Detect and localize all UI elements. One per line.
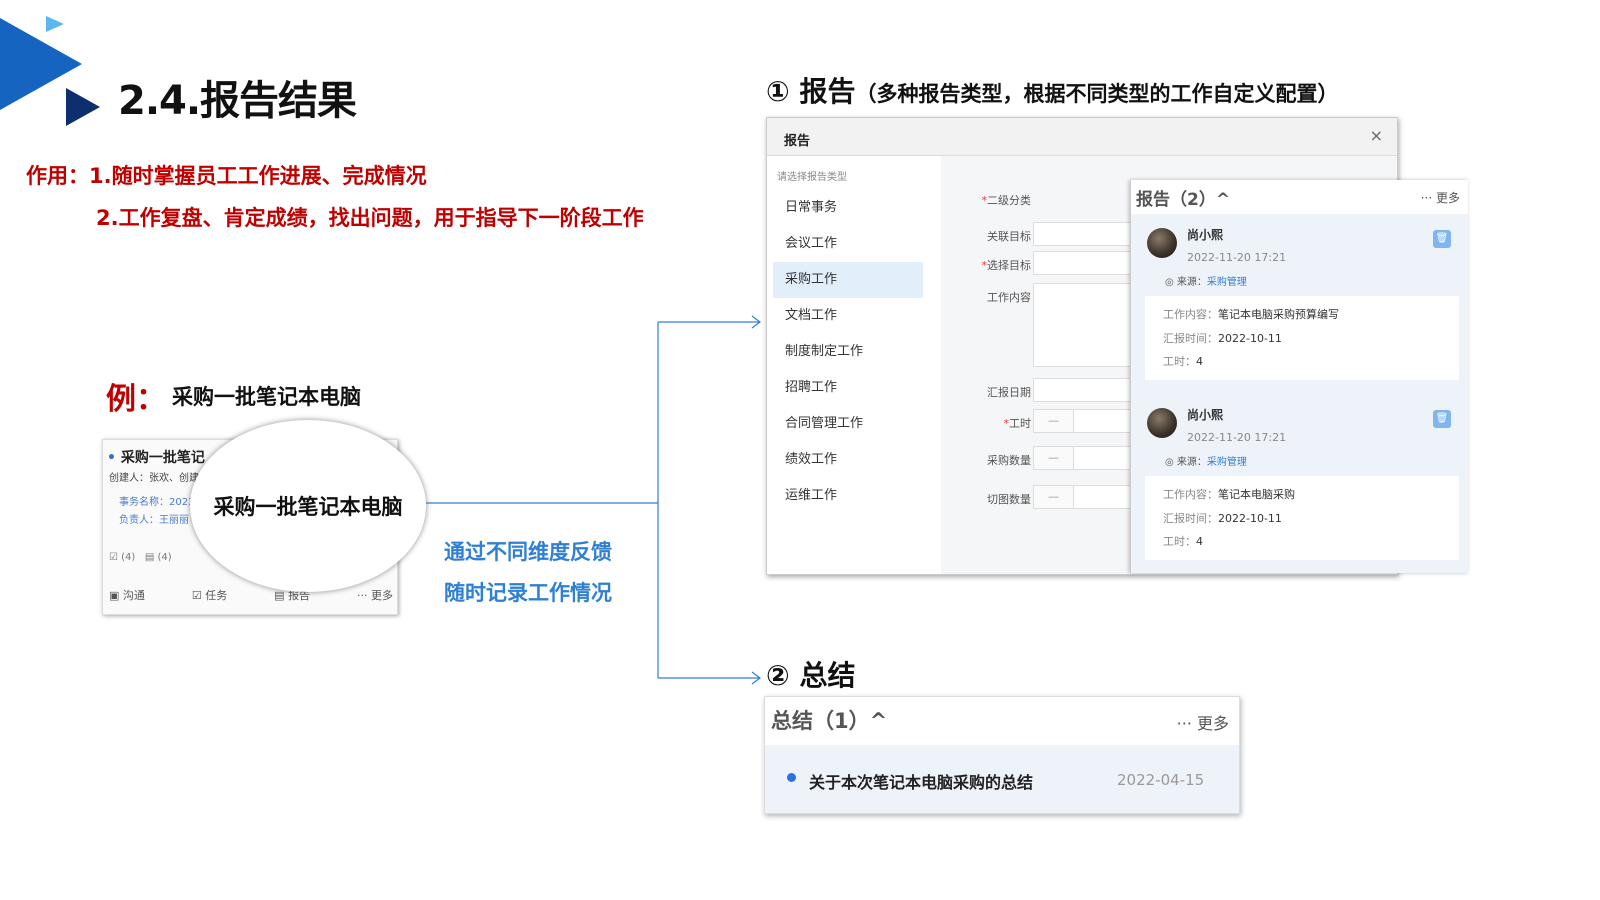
report-type-contract[interactable]: 合同管理工作 [773,406,923,442]
report-type-performance[interactable]: 绩效工作 [773,442,923,478]
source-link[interactable]: 采购管理 [1207,277,1247,288]
example-text: 采购一批笔记本电脑 [172,385,361,409]
report-section-note: （多种报告类型，根据不同类型的工作自定义配置） [855,82,1339,106]
mini-card-counts: ☑ (4) ▤ (4) [109,552,172,563]
cut-qty-label: 切图数量 [987,493,1031,506]
report-type-policy[interactable]: 制度制定工作 [773,334,923,370]
summary-section-title: ② 总结 [766,659,856,692]
document-icon: ▤ [144,552,155,563]
work-content-value: 笔记本电脑采购 [1218,488,1295,501]
mini-card-creator: 创建人：张欢、创建 [109,473,199,484]
avatar [1147,408,1177,438]
slide-title: 2.4.报告结果 [118,78,357,124]
close-icon[interactable]: × [1370,126,1383,145]
mini-card-field-owner: 负责人：王丽丽 [119,515,189,526]
report-type-recruit[interactable]: 招聘工作 [773,370,923,406]
report-source: ◎ 来源：采购管理 [1165,277,1247,288]
mini-card-tabs: ▣ 沟通 ☑ 任务 ▤ 报告 ··· 更多 [109,587,393,603]
report-card: 尚小熙 2022-11-20 17:21 ◎ 来源：采购管理 🗑 工作内容：笔记… [1139,398,1465,570]
report-dialog-title: 报告 [784,134,811,149]
avatar [1147,228,1177,258]
mini-card-title: • 采购一批笔记 [107,450,205,466]
tab-chat[interactable]: ▣ 沟通 [109,587,145,603]
related-goal-label: 关联目标 [987,230,1031,243]
report-source: ◎ 来源：采购管理 [1165,457,1247,468]
report-type-meeting[interactable]: 会议工作 [773,226,923,262]
report-detail: 工作内容：笔记本电脑采购预算编写 汇报时间：2022-10-11 工时：4 [1145,296,1459,380]
reporter-name: 尚小熙 [1187,408,1224,422]
report-time-value: 2022-10-11 [1218,332,1282,345]
tab-more[interactable]: ··· 更多 [357,587,393,603]
source-icon: ◎ [1165,457,1174,468]
trash-icon[interactable]: 🗑 [1433,410,1451,428]
report-timestamp: 2022-11-20 17:21 [1187,431,1287,444]
report-detail: 工作内容：笔记本电脑采购 汇报时间：2022-10-11 工时：4 [1145,476,1459,560]
report-timestamp: 2022-11-20 17:21 [1187,251,1287,264]
hours-value: 4 [1196,355,1203,368]
report-dialog-header: 报告 × [767,118,1397,156]
feedback-line-1: 通过不同维度反馈 [444,540,612,564]
feedback-line-2: 随时记录工作情况 [444,581,612,605]
report-type-ops[interactable]: 运维工作 [773,478,923,514]
decorative-triangles [0,16,100,126]
mini-card-field-name: 事务名称：2023 [119,497,195,508]
work-content-label: 工作内容 [987,291,1031,304]
summary-panel-header: 总结（1）^ ··· 更多 [765,697,1239,745]
source-link[interactable]: 采购管理 [1207,457,1247,468]
purpose-line-1: 作用：1.随时掌握员工工作进展、完成情况 [26,164,427,188]
report-time-value: 2022-10-11 [1218,512,1282,525]
report-list-panel: 报告（2）^ ··· 更多 尚小熙 2022-11-20 17:21 ◎ 来源：… [1130,180,1468,573]
report-list-title[interactable]: 报告（2）^ [1136,185,1230,210]
magnifier-bubble: 采购一批笔记本电脑 [190,420,426,592]
summary-panel-title[interactable]: 总结（1）^ [771,705,887,735]
purpose-line-2: 2.工作复盘、肯定成绩，找出问题，用于指导下一阶段工作 [96,206,644,230]
example-label: 例： [106,382,166,417]
hours-value: 4 [1196,535,1203,548]
magnified-text: 采购一批笔记本电脑 [213,495,403,519]
work-content-value: 笔记本电脑采购预算编写 [1218,308,1339,321]
checkbox-icon: ☑ [109,552,118,563]
summary-item-date: 2022-04-15 [1117,771,1205,789]
report-type-purchase[interactable]: 采购工作 [773,262,923,298]
report-list-header: 报告（2）^ ··· 更多 [1131,180,1468,214]
reporter-name: 尚小熙 [1187,228,1224,242]
summary-panel: 总结（1）^ ··· 更多 关于本次笔记本电脑采购的总结 2022-04-15 [764,696,1240,814]
select-goal-label: *选择目标 [981,259,1032,272]
trash-icon[interactable]: 🗑 [1433,230,1451,248]
summary-item[interactable]: 关于本次笔记本电脑采购的总结 2022-04-15 [765,745,1239,813]
report-type-list: 日常事务 会议工作 采购工作 文档工作 制度制定工作 招聘工作 合同管理工作 绩… [773,190,923,514]
report-card: 尚小熙 2022-11-20 17:21 ◎ 来源：采购管理 🗑 工作内容：笔记… [1139,218,1465,390]
hours-label: *工时 [1003,417,1032,430]
report-icon: ▤ [274,589,285,602]
task-icon: ☑ [191,589,202,602]
bullet-dot-icon [787,773,796,782]
category-label: *二级分类 [981,194,1032,207]
summary-item-title[interactable]: 关于本次笔记本电脑采购的总结 [809,769,1033,793]
report-type-document[interactable]: 文档工作 [773,298,923,334]
report-list-more[interactable]: ··· 更多 [1421,189,1460,206]
report-type-label: 请选择报告类型 [777,172,847,183]
source-icon: ◎ [1165,277,1174,288]
report-type-daily[interactable]: 日常事务 [773,190,923,226]
summary-more[interactable]: ··· 更多 [1177,710,1229,734]
purchase-qty-label: 采购数量 [987,454,1031,467]
report-date-label: 汇报日期 [987,386,1031,399]
chat-icon: ▣ [109,589,120,602]
report-section-title: ① 报告（多种报告类型，根据不同类型的工作自定义配置） [766,75,1339,108]
tab-task[interactable]: ☑ 任务 [192,587,227,603]
